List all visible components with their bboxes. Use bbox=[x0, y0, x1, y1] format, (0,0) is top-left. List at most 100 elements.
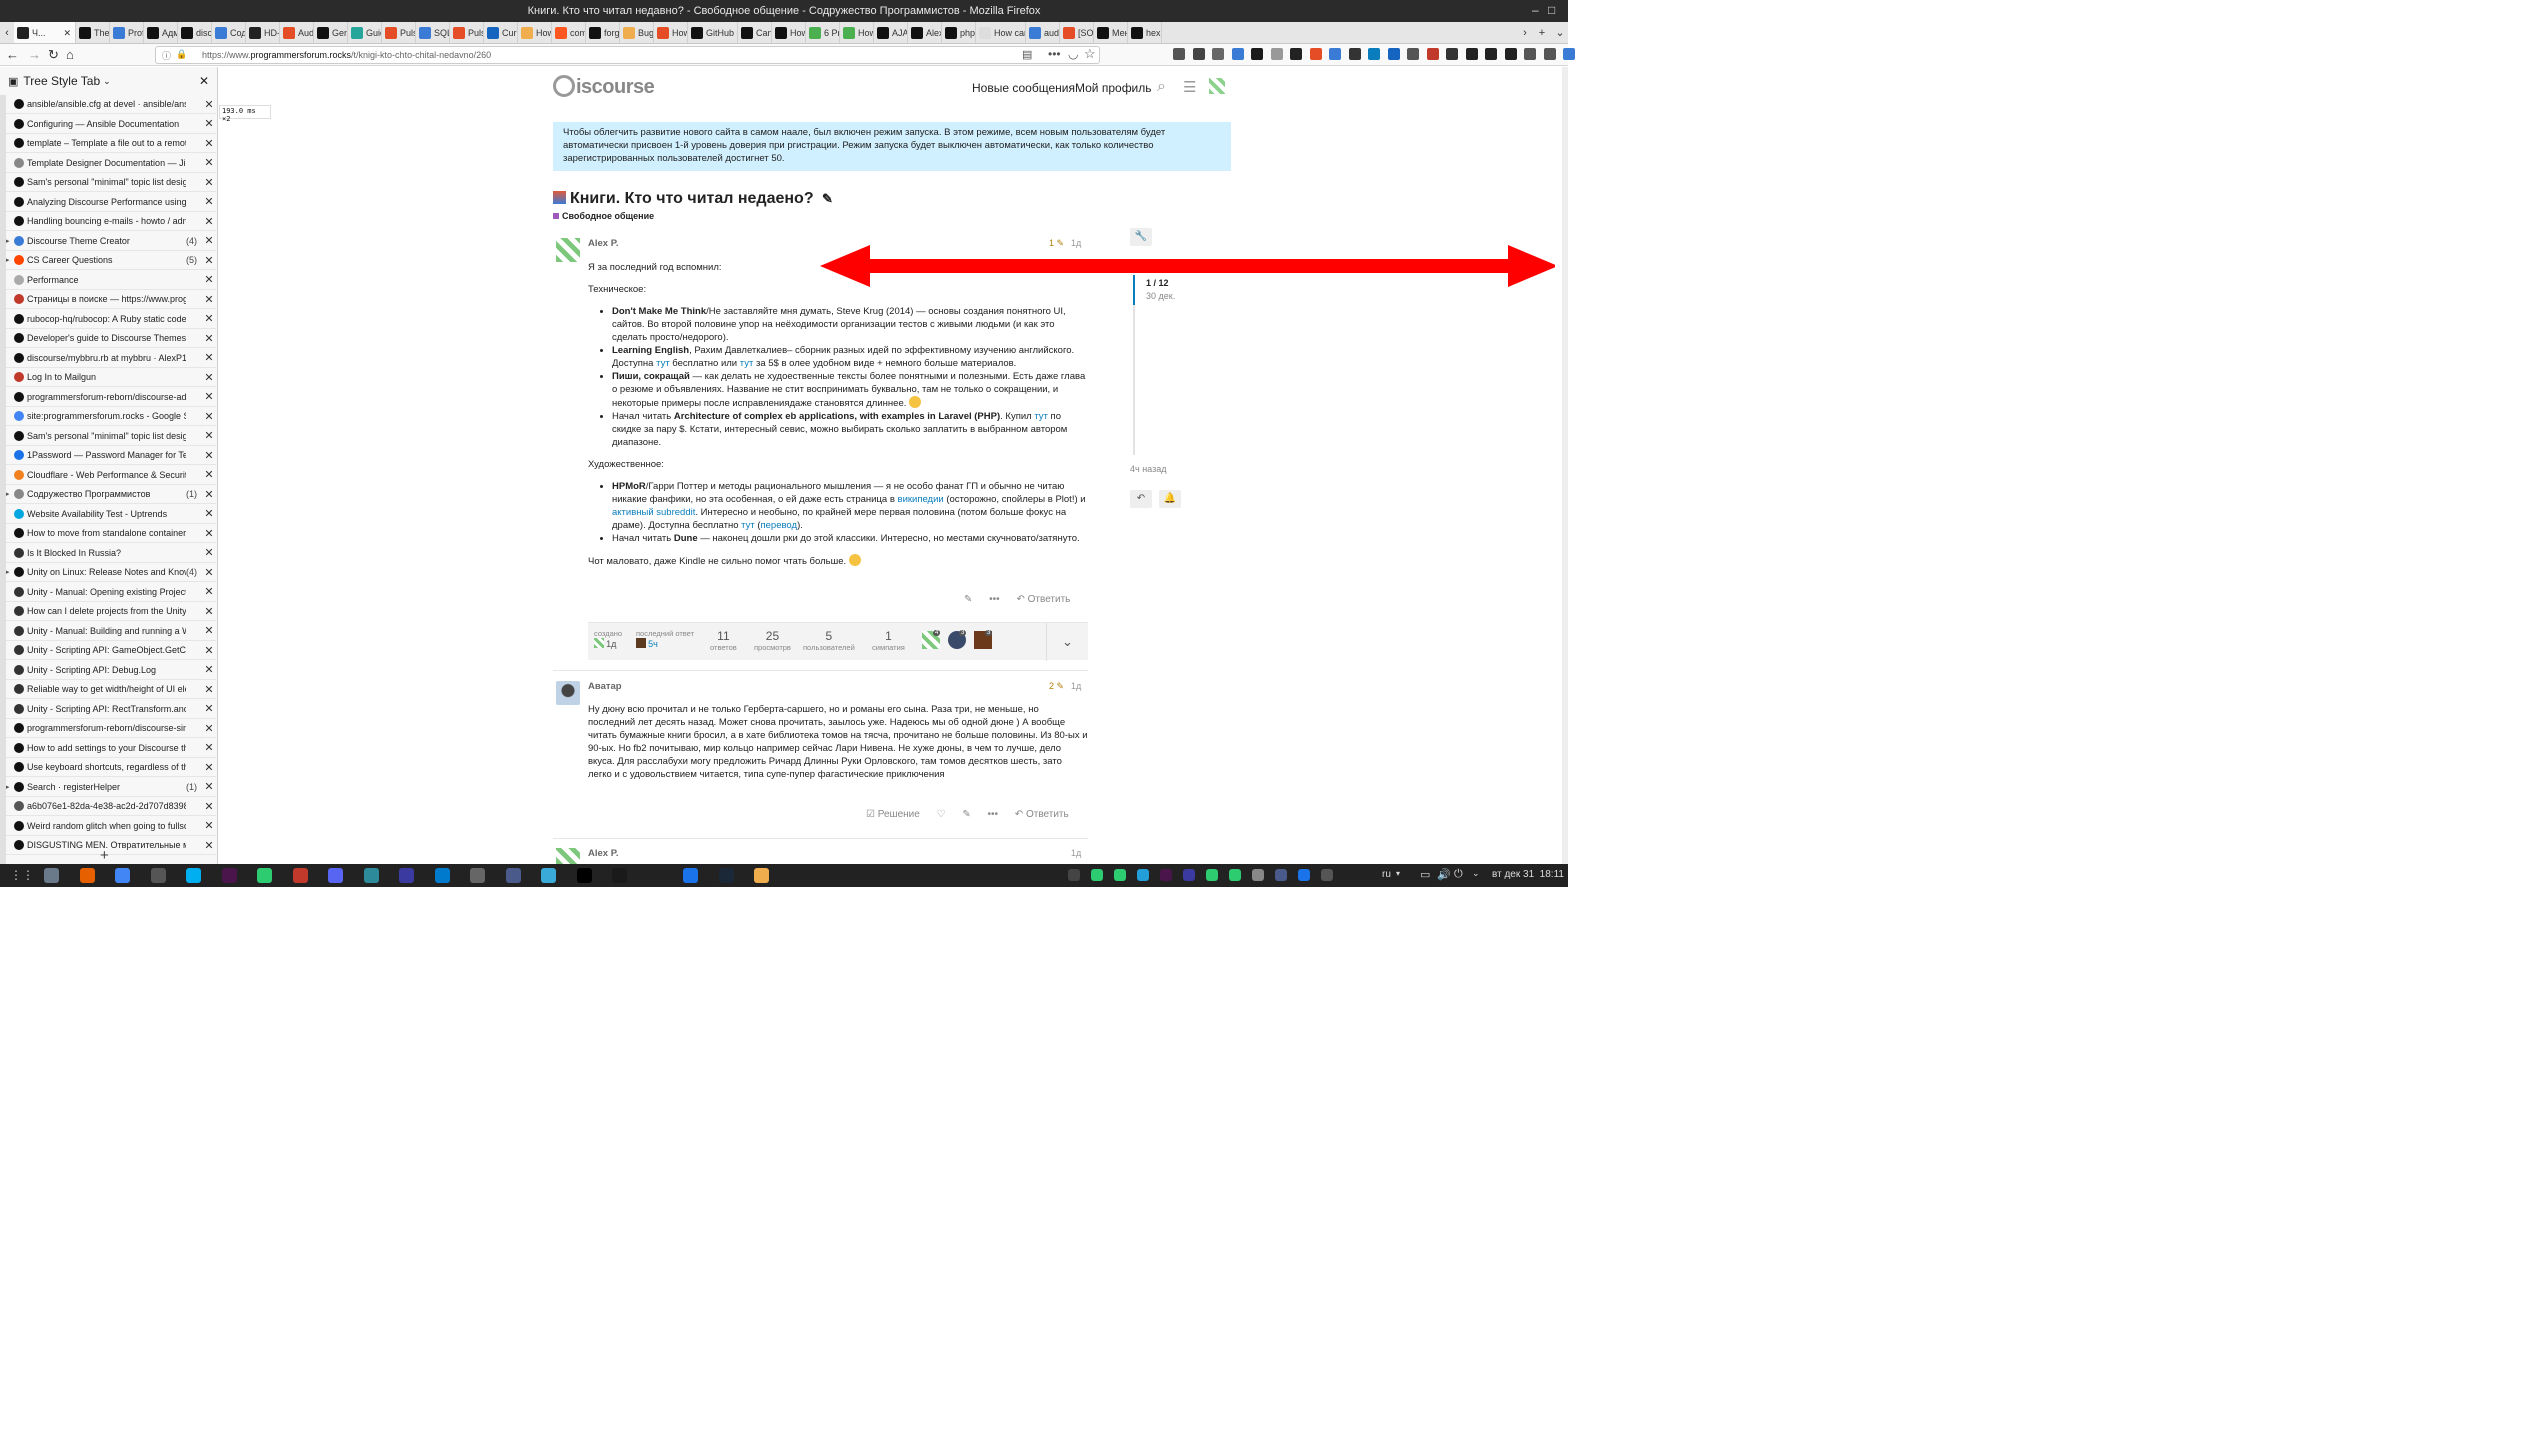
tray-icon[interactable] bbox=[1068, 869, 1080, 881]
toolbar-extension-icon[interactable] bbox=[1524, 48, 1536, 60]
post1-avatar[interactable] bbox=[556, 238, 580, 262]
close-tab-icon[interactable]: ✕ bbox=[202, 195, 216, 208]
close-tab-icon[interactable]: ✕ bbox=[202, 98, 216, 111]
browser-tab[interactable]: Audi bbox=[280, 22, 314, 43]
header-my-profile-link[interactable]: Мой профиль bbox=[1075, 81, 1152, 95]
browser-tab[interactable]: disco bbox=[178, 22, 212, 43]
tray-icon[interactable] bbox=[1160, 869, 1172, 881]
twisty-icon[interactable]: ▸ bbox=[6, 783, 14, 791]
url-bar[interactable]: https://www.programmersforum.rocks/t/kni… bbox=[155, 46, 1100, 64]
sidebar-tab-item[interactable]: Performance ✕ bbox=[6, 271, 216, 290]
timeline-ago[interactable]: 4ч назад bbox=[1130, 464, 1166, 474]
sidebar-scroll-track[interactable] bbox=[0, 95, 6, 865]
browser-tab[interactable]: Содр bbox=[212, 22, 246, 43]
close-tab-icon[interactable]: ✕ bbox=[202, 819, 216, 832]
edit-pencil-icon[interactable]: ✎ bbox=[964, 594, 972, 605]
tray-icon[interactable] bbox=[1114, 869, 1126, 881]
toolbar-extension-icon[interactable] bbox=[1231, 48, 1244, 60]
close-tab-icon[interactable]: ✕ bbox=[202, 683, 216, 696]
sidebar-tab-item[interactable]: a6b076e1-82da-4e38-ac2d-2d707d83985e/opt… bbox=[6, 797, 216, 816]
tray-icon[interactable] bbox=[1252, 869, 1264, 881]
notification-bell-icon[interactable]: 🔔 bbox=[1159, 490, 1181, 508]
tabs-list-button[interactable]: ⌄ bbox=[1552, 22, 1568, 43]
close-tab-icon[interactable]: ✕ bbox=[202, 156, 216, 169]
close-tab-icon[interactable]: ✕ bbox=[202, 644, 216, 657]
sidebar-tab-item[interactable]: 1Password — Password Manager for Teams, … bbox=[6, 446, 216, 465]
close-tab-icon[interactable]: ✕ bbox=[202, 117, 216, 130]
close-tab-icon[interactable]: ✕ bbox=[202, 780, 216, 793]
close-tab-icon[interactable]: ✕ bbox=[202, 215, 216, 228]
tray-icon[interactable] bbox=[1275, 869, 1287, 881]
chevron-down-icon[interactable]: ⌄ bbox=[1472, 868, 1480, 879]
browser-tab[interactable]: GitHub c bbox=[688, 22, 738, 43]
home-icon[interactable]: ⌂ bbox=[66, 47, 74, 62]
browser-tab[interactable]: AJAX bbox=[874, 22, 908, 43]
toolbar-extension-icon[interactable] bbox=[1446, 48, 1458, 60]
tabs-scroll-left-button[interactable]: ‹ bbox=[0, 22, 14, 43]
sidebar-tab-item[interactable]: Unity - Scripting API: Debug.Log ✕ bbox=[6, 661, 216, 680]
sidebar-tab-item[interactable]: Reliable way to get width/height of UI e… bbox=[6, 680, 216, 699]
close-tab-icon[interactable]: ✕ bbox=[202, 741, 216, 754]
clock[interactable]: вт дек 31 18:11 bbox=[1492, 869, 1564, 880]
header-new-posts-link[interactable]: Новые сообщения bbox=[972, 81, 1075, 95]
close-tab-icon[interactable]: ✕ bbox=[202, 839, 216, 852]
close-tab-icon[interactable]: ✕ bbox=[202, 546, 216, 559]
browser-tab[interactable]: How bbox=[518, 22, 552, 43]
toolbar-extension-icon[interactable] bbox=[1173, 48, 1185, 60]
close-tab-icon[interactable]: ✕ bbox=[202, 254, 216, 267]
post3-author[interactable]: Alex P. bbox=[588, 848, 618, 859]
toolbar-extension-icon[interactable] bbox=[1543, 48, 1556, 60]
sidebar-tab-item[interactable]: Developer's guide to Discourse Themes - … bbox=[6, 329, 216, 348]
more-actions-icon[interactable]: ••• bbox=[988, 809, 999, 820]
taskbar-app-icon[interactable] bbox=[718, 868, 734, 883]
taskbar-app-icon[interactable] bbox=[683, 868, 698, 883]
category-badge[interactable]: Свободное общение bbox=[553, 211, 654, 221]
bookmark-star-icon[interactable]: ☆ bbox=[1084, 46, 1096, 62]
sidebar-tab-item[interactable]: programmersforum-reborn/discourse-adjust… bbox=[6, 388, 216, 407]
toolbar-extension-icon[interactable] bbox=[1504, 48, 1517, 60]
sidebar-tab-item[interactable]: ansible/ansible.cfg at devel · ansible/a… bbox=[6, 95, 216, 114]
sidebar-tab-item[interactable]: Unity - Scripting API: RectTransform.anc… bbox=[6, 700, 216, 719]
browser-tab[interactable]: php-j bbox=[942, 22, 976, 43]
sidebar-header[interactable]: ▣ Tree Style Tab ⌄ ✕ bbox=[0, 67, 217, 95]
browser-tab[interactable]: audio bbox=[1026, 22, 1060, 43]
back-icon[interactable]: ← bbox=[6, 47, 19, 62]
sidebar-tab-item[interactable]: Configuring — Ansible Documentation ✕ bbox=[6, 115, 216, 134]
sidebar-tab-item[interactable]: ▸ Search · registerHelper (1) ✕ bbox=[6, 778, 216, 797]
browser-tab[interactable]: Мено bbox=[1094, 22, 1128, 43]
browser-tab[interactable]: Guid bbox=[348, 22, 382, 43]
tray-icon[interactable] bbox=[1298, 869, 1310, 881]
discourse-logo[interactable]: iscourse bbox=[553, 75, 655, 99]
close-tab-icon[interactable]: ✕ bbox=[202, 624, 216, 637]
taskbar-app-icon[interactable] bbox=[221, 868, 237, 883]
sidebar-tab-item[interactable]: Is It Blocked In Russia? ✕ bbox=[6, 544, 216, 563]
taskbar-app-icon[interactable] bbox=[647, 868, 663, 883]
browser-tab[interactable]: Pulse bbox=[382, 22, 416, 43]
taskbar-app-icon[interactable] bbox=[363, 868, 379, 883]
link[interactable]: тут bbox=[740, 358, 754, 369]
browser-tab[interactable]: Them bbox=[76, 22, 110, 43]
sidebar-tab-item[interactable]: Sam's personal "minimal" topic list desi… bbox=[6, 173, 216, 192]
sidebar-tab-item[interactable]: How to move from standalone container to… bbox=[6, 524, 216, 543]
toolbar-extension-icon[interactable] bbox=[1270, 48, 1283, 60]
volume-icon[interactable]: 🔊 bbox=[1437, 868, 1451, 881]
link[interactable]: перевод bbox=[761, 520, 798, 531]
close-tab-icon[interactable]: ✕ bbox=[202, 137, 216, 150]
sidebar-tab-item[interactable]: rubocop-hq/rubocop: A Ruby static code a… bbox=[6, 310, 216, 329]
browser-tab[interactable]: hexle bbox=[1128, 22, 1162, 43]
toolbar-extension-icon[interactable] bbox=[1563, 48, 1575, 60]
sidebar-tab-item[interactable]: Unity - Manual: Building and running a W… bbox=[6, 622, 216, 641]
link[interactable]: тут bbox=[741, 520, 755, 531]
page-scrollbar[interactable] bbox=[1562, 67, 1568, 864]
close-tab-icon[interactable]: ✕ bbox=[63, 28, 71, 39]
taskbar-app-icon[interactable] bbox=[186, 868, 201, 883]
admin-wrench-icon[interactable]: 🔧 bbox=[1130, 228, 1152, 246]
twisty-icon[interactable]: ▸ bbox=[6, 237, 14, 245]
toolbar-extension-icon[interactable] bbox=[1485, 48, 1497, 60]
close-tab-icon[interactable]: ✕ bbox=[202, 449, 216, 462]
twisty-icon[interactable]: ▸ bbox=[6, 256, 14, 264]
like-heart-icon[interactable]: ♡ bbox=[937, 809, 946, 820]
taskbar-app-icon[interactable] bbox=[576, 868, 592, 883]
close-tab-icon[interactable]: ✕ bbox=[202, 468, 216, 481]
sidebar-tab-item[interactable]: Unity - Scripting API: GameObject.GetCom… bbox=[6, 641, 216, 660]
